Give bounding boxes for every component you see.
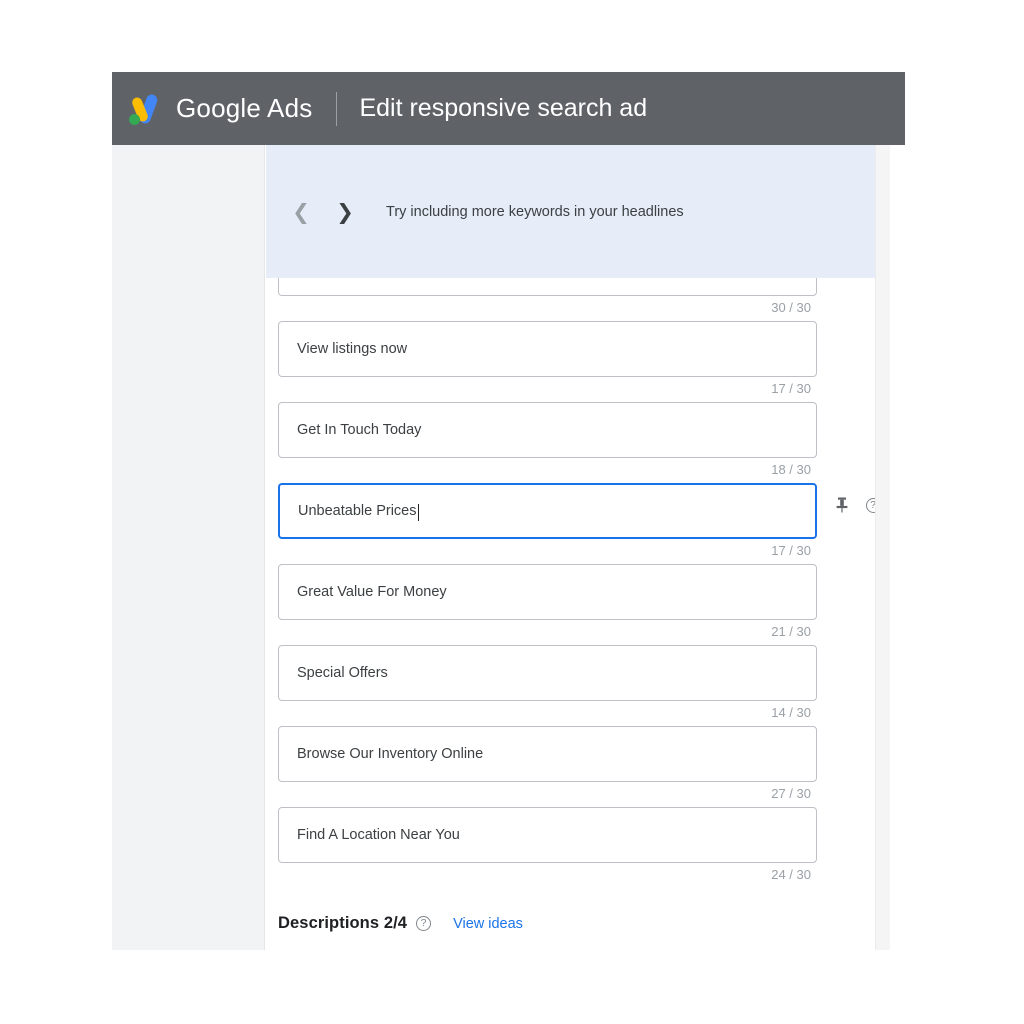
headline-field-partial-block: 30 / 30	[266, 278, 890, 321]
headline-input[interactable]: View listings now	[278, 321, 817, 377]
headline-fields-area: 30 / 30 View listings now 17 / 30 Get In…	[266, 278, 890, 933]
suggestion-banner: ❮ ❯ Try including more keywords in your …	[266, 145, 890, 278]
headline-field-block: Find A Location Near You 24 / 30	[266, 807, 890, 888]
headline-field-block: Special Offers 14 / 30	[266, 645, 890, 726]
headline-input[interactable]: Special Offers	[278, 645, 817, 701]
headline-counter: 24 / 30	[771, 867, 811, 882]
brand-ads: Ads	[267, 93, 313, 123]
google-ads-logo-icon	[126, 91, 162, 127]
headline-field-block: View listings now 17 / 30	[266, 321, 890, 402]
app-header: Google Ads Edit responsive search ad	[112, 72, 905, 145]
app-body: ❮ ❯ Try including more keywords in your …	[112, 145, 905, 950]
headline-counter: 27 / 30	[771, 786, 811, 801]
headline-counter: 21 / 30	[771, 624, 811, 639]
content-column: ❮ ❯ Try including more keywords in your …	[266, 145, 890, 950]
headline-field-block: Get In Touch Today 18 / 30	[266, 402, 890, 483]
headline-field-block-focused: Unbeatable Prices ? 17 / 30	[266, 483, 890, 564]
headline-counter: 17 / 30	[771, 543, 811, 558]
headline-counter-partial: 30 / 30	[771, 300, 811, 315]
chevron-right-icon[interactable]: ❯	[330, 197, 360, 227]
headline-input-partial[interactable]	[278, 278, 817, 296]
headline-value: Browse Our Inventory Online	[297, 746, 484, 762]
headline-value: Great Value For Money	[297, 584, 447, 600]
headline-input[interactable]: Get In Touch Today	[278, 402, 817, 458]
brand-wordmark: Google Ads	[176, 93, 312, 124]
headline-input-focused[interactable]: Unbeatable Prices	[278, 483, 817, 539]
page-title: Edit responsive search ad	[359, 94, 648, 122]
left-rail	[112, 145, 265, 950]
text-caret	[417, 503, 419, 521]
headline-value: Find A Location Near You	[297, 827, 460, 843]
headline-value: Get In Touch Today	[297, 422, 422, 438]
descriptions-section-header: Descriptions 2/4 ? View ideas	[278, 914, 890, 933]
suggestion-message: Try including more keywords in your head…	[386, 204, 684, 220]
headline-value: View listings now	[297, 341, 408, 357]
headline-input[interactable]: Browse Our Inventory Online	[278, 726, 817, 782]
view-ideas-link[interactable]: View ideas	[453, 916, 523, 932]
headline-counter: 18 / 30	[771, 462, 811, 477]
header-divider	[336, 91, 338, 126]
suggestion-row: ❮ ❯ Try including more keywords in your …	[266, 197, 684, 227]
headline-field-block: Browse Our Inventory Online 27 / 30	[266, 726, 890, 807]
headline-value: Unbeatable Prices	[298, 503, 417, 519]
descriptions-title: Descriptions 2/4	[278, 914, 408, 932]
app-window: Google Ads Edit responsive search ad ❮ ❯…	[112, 72, 905, 950]
vertical-scrollbar[interactable]	[875, 145, 890, 950]
logo-green-dot	[129, 113, 140, 125]
pin-icon[interactable]	[832, 495, 852, 515]
chevron-left-icon[interactable]: ❮	[286, 197, 316, 227]
headline-input[interactable]: Find A Location Near You	[278, 807, 817, 863]
brand-google: Google	[176, 93, 262, 123]
screenshot-root: Google Ads Edit responsive search ad ❮ ❯…	[0, 0, 1024, 1024]
help-circle-icon[interactable]: ?	[416, 916, 432, 931]
headline-counter: 17 / 30	[771, 381, 811, 396]
headline-input[interactable]: Great Value For Money	[278, 564, 817, 620]
headline-counter: 14 / 30	[771, 705, 811, 720]
headline-value: Special Offers	[297, 665, 388, 681]
headline-field-block: Great Value For Money 21 / 30	[266, 564, 890, 645]
